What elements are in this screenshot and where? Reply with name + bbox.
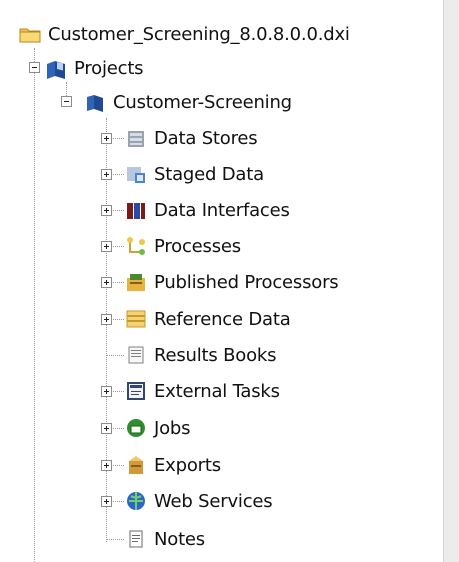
- tree-root-node[interactable]: Customer_Screening_8.0.8.0.0.dxi: [18, 22, 350, 46]
- exports-expand-toggle[interactable]: [101, 460, 112, 471]
- tree-item-label: Exports: [154, 454, 221, 476]
- reference-data-icon: [124, 307, 148, 331]
- tree-item-label: Notes: [154, 528, 205, 550]
- tree-item-label: Results Books: [154, 344, 277, 366]
- tree-item-staged-data[interactable]: Staged Data: [124, 162, 264, 186]
- projects-collapse-toggle[interactable]: [29, 62, 40, 73]
- tree-item-label: Reference Data: [154, 308, 291, 330]
- web-services-expand-toggle[interactable]: [101, 496, 112, 507]
- tree-item-label: Web Services: [154, 490, 273, 512]
- tree-item-data-interfaces[interactable]: Data Interfaces: [124, 198, 290, 222]
- staged-data-icon: [124, 162, 148, 186]
- tree-guide-project: [106, 118, 107, 542]
- tree-item-label: External Tasks: [154, 380, 280, 402]
- tree-guide-h: [106, 539, 124, 540]
- tree-item-data-stores[interactable]: Data Stores: [124, 126, 258, 150]
- exports-icon: [124, 453, 148, 477]
- results-books-icon: [124, 343, 148, 367]
- data-interfaces-expand-toggle[interactable]: [101, 205, 112, 216]
- project-tree-panel: Customer_Screening_8.0.8.0.0.dxi Project…: [0, 0, 444, 562]
- tree-item-published-processors[interactable]: Published Processors: [124, 270, 339, 294]
- tree-item-web-services[interactable]: Web Services: [124, 489, 273, 513]
- jobs-expand-toggle[interactable]: [101, 423, 112, 434]
- staged-data-expand-toggle[interactable]: [101, 169, 112, 180]
- tree-item-notes[interactable]: Notes: [124, 527, 205, 551]
- tree-guide-h: [106, 355, 124, 356]
- processes-icon: [124, 234, 148, 258]
- data-stores-icon: [124, 126, 148, 150]
- reference-data-expand-toggle[interactable]: [101, 314, 112, 325]
- tree-item-results-books[interactable]: Results Books: [124, 343, 276, 367]
- tree-guide-root: [34, 48, 35, 562]
- tree-item-label: Processes: [154, 235, 241, 257]
- tree-item-processes[interactable]: Processes: [124, 234, 241, 258]
- tree-item-label: Staged Data: [154, 163, 264, 185]
- tree-item-exports[interactable]: Exports: [124, 453, 221, 477]
- published-processors-icon: [124, 270, 148, 294]
- tree-item-jobs[interactable]: Jobs: [124, 416, 191, 440]
- folder-icon: [18, 22, 42, 46]
- data-interfaces-icon: [124, 198, 148, 222]
- tree-item-external-tasks[interactable]: External Tasks: [124, 379, 280, 403]
- tree-item-label: Published Processors: [154, 271, 339, 293]
- external-tasks-expand-toggle[interactable]: [101, 386, 112, 397]
- project-collapse-toggle[interactable]: [61, 96, 72, 107]
- tree-node-projects-label: Projects: [74, 57, 144, 79]
- processes-expand-toggle[interactable]: [101, 241, 112, 252]
- projects-icon: [44, 56, 68, 80]
- web-services-icon: [124, 489, 148, 513]
- tree-node-projects[interactable]: Projects: [44, 56, 144, 80]
- external-tasks-icon: [124, 379, 148, 403]
- jobs-icon: [124, 416, 148, 440]
- tree-root-label: Customer_Screening_8.0.8.0.0.dxi: [48, 23, 350, 45]
- published-processors-expand-toggle[interactable]: [101, 277, 112, 288]
- project-icon: [83, 90, 107, 114]
- tree-item-label: Data Interfaces: [154, 199, 290, 221]
- tree-item-label: Jobs: [154, 417, 191, 439]
- data-stores-expand-toggle[interactable]: [101, 133, 112, 144]
- tree-item-reference-data[interactable]: Reference Data: [124, 307, 291, 331]
- tree-node-customer-screening[interactable]: Customer-Screening: [83, 90, 292, 114]
- right-edge-strip: [443, 0, 459, 562]
- tree-node-customer-screening-label: Customer-Screening: [113, 91, 292, 113]
- notes-icon: [124, 527, 148, 551]
- tree-item-label: Data Stores: [154, 127, 258, 149]
